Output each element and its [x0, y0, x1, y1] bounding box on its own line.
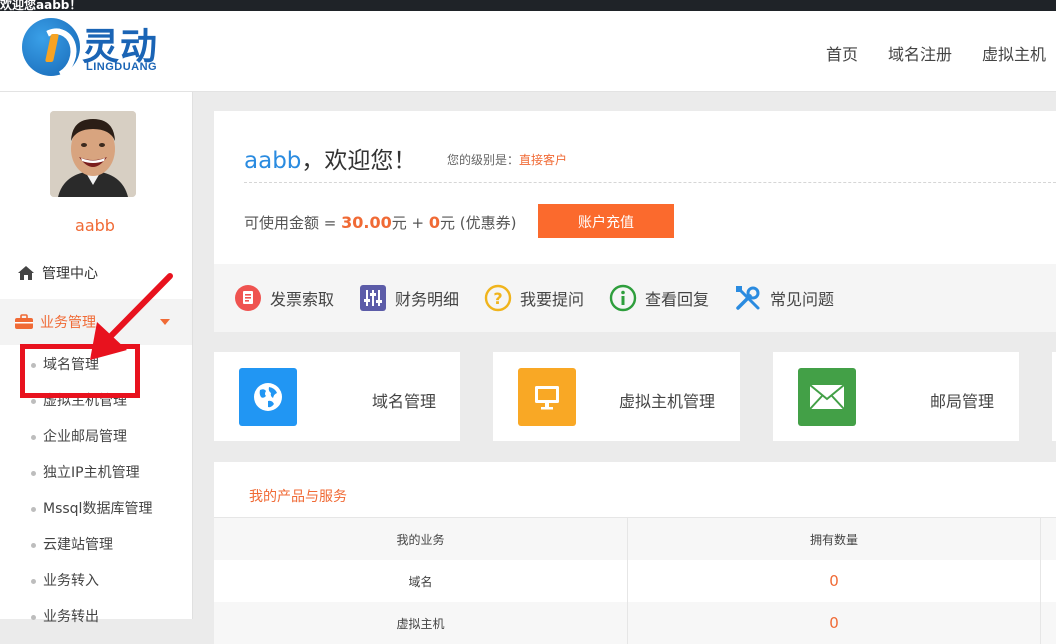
sidebar-sub-ip-host[interactable]: 独立IP主机管理: [0, 455, 192, 491]
svg-text:?: ?: [493, 289, 502, 308]
chevron-down-icon: [160, 319, 170, 325]
card-next-partial[interactable]: [1052, 352, 1056, 441]
monitor-icon: [518, 368, 576, 426]
welcome-panel: aabb，欢迎您！ 您的级别是：直接客户 可使用金额 = 30.00元 + 0元…: [214, 111, 1056, 264]
site-logo[interactable]: 灵动 LINGDUANG: [22, 15, 172, 86]
home-icon: [16, 263, 36, 283]
sidebar-username: aabb: [75, 216, 115, 235]
row-business-name: 域名: [214, 560, 628, 602]
user-level-value: 直接客户: [519, 153, 568, 167]
coupon-unit: 元 (优惠券): [439, 214, 517, 232]
globe-icon: [239, 368, 297, 426]
welcome-username: aabb: [244, 148, 302, 174]
card-virtual-host-label: 虚拟主机管理: [619, 392, 716, 411]
table-header-row: 我的业务 拥有数量: [214, 517, 1056, 560]
quick-link-faq-label: 常见问题: [770, 290, 835, 309]
balance-line: 可使用金额 = 30.00元 + 0元 (优惠券): [244, 212, 516, 233]
info-icon: [609, 284, 637, 312]
card-domain[interactable]: 域名管理: [214, 352, 460, 441]
sidebar-item-home-label: 管理中心: [42, 266, 98, 282]
sidebar-sub-mail[interactable]: 企业邮局管理: [0, 419, 192, 455]
balance-label: 可使用金额 =: [244, 214, 342, 232]
tools-icon: [734, 284, 762, 312]
products-table: 我的业务 拥有数量 域名 0 虚拟主机 0: [214, 517, 1056, 644]
invoice-icon: [234, 284, 262, 312]
quick-link-invoice-label: 发票索取: [270, 290, 335, 309]
card-mail[interactable]: 邮局管理: [773, 352, 1019, 441]
quick-link-ask[interactable]: ? 我要提问: [484, 284, 584, 312]
sidebar-item-business-label: 业务管理: [40, 315, 96, 331]
sidebar-sub-cloud-site[interactable]: 云建站管理: [0, 527, 192, 563]
row-count[interactable]: 0: [627, 602, 1041, 644]
row-count[interactable]: 0: [627, 560, 1041, 602]
sidebar: aabb 管理中心 业务管理 域名管理 虚拟主机管理 企业邮局管理 独立IP主机…: [0, 92, 193, 625]
quick-link-invoice[interactable]: 发票索取: [234, 284, 334, 312]
sliders-icon: [359, 284, 387, 312]
row-business-name: 虚拟主机: [214, 602, 628, 644]
nav-home[interactable]: 首页: [826, 41, 858, 65]
sidebar-sub-transfer-out[interactable]: 业务转出: [0, 599, 192, 635]
top-strip-text: 欢迎您aabb！: [0, 0, 82, 11]
card-domain-label: 域名管理: [372, 392, 437, 411]
user-level: 您的级别是：直接客户: [447, 151, 567, 168]
welcome-greeting: aabb，欢迎您！: [244, 141, 416, 175]
column-header-business: 我的业务: [214, 517, 628, 560]
top-strip: 欢迎您aabb！: [0, 0, 1056, 11]
table-row: 域名 0: [214, 560, 1056, 602]
question-icon: ?: [484, 284, 512, 312]
sidebar-sub-transfer-in[interactable]: 业务转入: [0, 563, 192, 599]
logo-text-en: LINGDUANG: [86, 61, 158, 73]
sidebar-sub-mssql[interactable]: Mssql数据库管理: [0, 491, 192, 527]
sidebar-item-home[interactable]: 管理中心: [0, 250, 192, 296]
card-mail-label: 邮局管理: [930, 392, 995, 411]
logo-emblem-icon: [22, 18, 84, 86]
header: 灵动 LINGDUANG 首页 域名注册 虚拟主机: [0, 11, 1056, 92]
table-row: 虚拟主机 0: [214, 602, 1056, 644]
nav-virtual-host[interactable]: 虚拟主机: [982, 41, 1046, 65]
briefcase-icon: [14, 312, 34, 332]
sidebar-sub-virtual-host[interactable]: 虚拟主机管理: [0, 383, 192, 419]
products-panel: 我的产品与服务 我的业务 拥有数量 域名 0 虚拟主机 0: [214, 462, 1056, 644]
quick-link-finance[interactable]: 财务明细: [359, 284, 459, 312]
recharge-button[interactable]: 账户充值: [538, 204, 674, 238]
nav-domain-register[interactable]: 域名注册: [888, 41, 952, 65]
user-level-label: 您的级别是：: [447, 153, 520, 167]
quick-links-bar: 发票索取 财务明细 ? 我要提问 查看回复 常见问题: [214, 264, 1056, 332]
coupon-amount: 0: [428, 213, 440, 232]
envelope-icon: [798, 368, 856, 426]
quick-link-faq[interactable]: 常见问题: [734, 284, 834, 312]
sidebar-item-business[interactable]: 业务管理: [0, 299, 192, 345]
avatar[interactable]: [50, 111, 136, 197]
card-virtual-host[interactable]: 虚拟主机管理: [493, 352, 740, 441]
sidebar-sub-domain[interactable]: 域名管理: [0, 347, 192, 383]
quick-link-replies[interactable]: 查看回复: [609, 284, 709, 312]
balance-amount: 30.00: [341, 213, 392, 232]
column-header-count: 拥有数量: [627, 517, 1041, 560]
divider: [244, 182, 1056, 183]
avatar-photo-icon: [50, 111, 136, 197]
quick-link-replies-label: 查看回复: [645, 290, 710, 309]
quick-link-ask-label: 我要提问: [520, 290, 585, 309]
quick-link-finance-label: 财务明细: [395, 290, 460, 309]
main-nav: 首页 域名注册 虚拟主机: [796, 41, 1056, 65]
welcome-text: ，欢迎您！: [301, 148, 417, 174]
balance-unit: 元 +: [391, 214, 429, 232]
